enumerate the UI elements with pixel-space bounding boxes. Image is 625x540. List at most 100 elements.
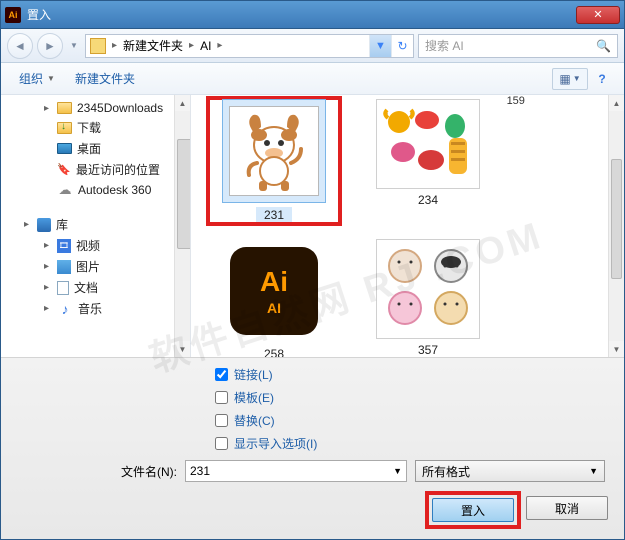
cancel-button[interactable]: 取消 (526, 496, 608, 520)
button-row: 置入 取消 (15, 496, 610, 524)
toolbar: 组织 ▼ 新建文件夹 ▦▼ ? (1, 63, 624, 95)
expand-icon[interactable]: ▸ (21, 219, 32, 230)
close-button[interactable]: ✕ (576, 6, 620, 24)
dialog-body: ▸2345Downloads ↓下载 桌面 🔖最近访问的位置 ☁ Autodesk… (1, 95, 624, 357)
file-thumbnail: Ai AI (222, 239, 326, 343)
option-replace: 替换(C) (215, 412, 610, 429)
file-thumbnail (222, 99, 326, 203)
filename-row: 文件名(N): 231 ▼ 所有格式 ▼ (15, 460, 610, 482)
sidebar-scrollbar[interactable]: ▲ ▼ (174, 95, 190, 357)
chevron-down-icon: ▼ (47, 74, 55, 83)
scroll-thumb[interactable] (611, 159, 622, 279)
chevron-right-icon: ▸ (110, 40, 119, 51)
view-icon: ▦ (559, 72, 570, 86)
file-thumbnail (376, 99, 480, 189)
help-button[interactable]: ? (590, 68, 614, 90)
place-button-highlight: 置入 (430, 496, 516, 524)
sidebar-item-label: 视频 (76, 237, 100, 254)
option-label: 显示导入选项(I) (234, 435, 317, 452)
sidebar-item-music[interactable]: ▸♪音乐 (1, 298, 190, 319)
sidebar-item-downloads[interactable]: ↓下载 (1, 117, 190, 138)
expand-icon[interactable]: ▸ (41, 282, 52, 293)
file-item-258[interactable]: Ai AI 258 (209, 239, 339, 357)
filename-input[interactable]: 231 ▼ (185, 460, 407, 482)
file-label: 258 (264, 347, 284, 357)
filename-value: 231 (190, 464, 210, 478)
video-icon: 🎞 (57, 239, 71, 253)
sidebar-item-label: 文档 (74, 279, 98, 296)
sidebar-item-videos[interactable]: ▸ 🎞 视频 (1, 235, 190, 256)
sidebar-item-pictures[interactable]: ▸ 图片 (1, 256, 190, 277)
ox-cartoon-icon (239, 109, 309, 193)
search-input[interactable]: 搜索 AI 🔍 (418, 34, 618, 58)
sidebar-item-recent[interactable]: 🔖最近访问的位置 (1, 159, 190, 180)
window-title: 置入 (27, 6, 576, 23)
expand-icon[interactable]: ▸ (41, 261, 52, 272)
option-link: 链接(L) (215, 366, 610, 383)
file-label: 357 (418, 343, 438, 357)
search-icon[interactable]: 🔍 (596, 39, 611, 53)
sidebar-item-desktop[interactable]: 桌面 (1, 138, 190, 159)
format-label: 所有格式 (422, 463, 470, 480)
chevron-down-icon[interactable]: ▼ (393, 466, 402, 476)
scroll-down-button[interactable]: ▼ (175, 341, 190, 357)
circle-animals-icon (381, 244, 475, 334)
ai-file-icon: Ai AI (230, 247, 318, 335)
expand-icon[interactable]: ▸ (41, 240, 52, 251)
sidebar-item-label: 音乐 (78, 300, 102, 317)
sidebar: ▸2345Downloads ↓下载 桌面 🔖最近访问的位置 ☁ Autodesk… (1, 95, 191, 357)
show-import-checkbox[interactable] (215, 437, 228, 450)
chevron-right-icon: ▸ (215, 40, 224, 51)
file-item-234[interactable]: 234 (363, 99, 493, 223)
chevron-down-icon: ▼ (573, 74, 581, 83)
sidebar-item-2345downloads[interactable]: ▸2345Downloads (1, 99, 190, 117)
option-label: 替换(C) (234, 412, 275, 429)
sidebar-item-label: 库 (56, 216, 68, 233)
option-show-import: 显示导入选项(I) (215, 435, 610, 452)
sidebar-item-documents[interactable]: ▸ 文档 (1, 277, 190, 298)
expand-icon[interactable]: ▸ (41, 303, 52, 314)
format-select[interactable]: 所有格式 ▼ (415, 460, 605, 482)
sidebar-item-label: 图片 (76, 258, 100, 275)
scroll-up-button[interactable]: ▲ (609, 95, 624, 111)
place-button[interactable]: 置入 (432, 498, 514, 522)
ai-app-icon: Ai (5, 7, 21, 23)
organize-label: 组织 (19, 70, 43, 87)
chevron-right-icon: ▸ (187, 40, 196, 51)
link-checkbox[interactable] (215, 368, 228, 381)
recent-icon: 🔖 (57, 162, 71, 178)
file-item-357[interactable]: 357 (363, 239, 493, 357)
file-label: 159 (507, 95, 525, 107)
replace-checkbox[interactable] (215, 414, 228, 427)
breadcrumb-drop-button[interactable]: ▼ (369, 35, 391, 57)
arrow-right-icon: ► (44, 39, 56, 53)
breadcrumb[interactable]: ▸ 新建文件夹 ▸ AI ▸ ▼ ↻ (85, 34, 414, 58)
document-icon (57, 281, 69, 295)
download-icon: ↓ (57, 122, 72, 134)
template-checkbox[interactable] (215, 391, 228, 404)
scroll-up-button[interactable]: ▲ (175, 95, 190, 111)
button-label: 置入 (461, 502, 485, 519)
sidebar-item-label: 桌面 (77, 140, 101, 157)
sidebar-item-libraries[interactable]: ▸库 (1, 214, 190, 235)
content-scrollbar[interactable]: ▲ ▼ (608, 95, 624, 357)
refresh-button[interactable]: ↻ (391, 35, 413, 57)
scroll-down-button[interactable]: ▼ (609, 341, 624, 357)
file-item-231[interactable]: 231 (209, 99, 339, 223)
cloud-icon: ☁ (57, 182, 73, 198)
sidebar-item-autodesk360[interactable]: ☁ Autodesk 360 (1, 180, 190, 200)
expand-icon[interactable]: ▸ (41, 103, 52, 114)
organize-menu[interactable]: 组织 ▼ (11, 67, 63, 90)
file-thumbnail (376, 239, 480, 339)
button-label: 取消 (555, 500, 579, 517)
nav-back-button[interactable]: ◄ (7, 33, 33, 59)
view-mode-button[interactable]: ▦▼ (552, 68, 588, 90)
breadcrumb-part[interactable]: 新建文件夹 (119, 37, 187, 54)
new-folder-button[interactable]: 新建文件夹 (67, 67, 143, 90)
sidebar-item-label: Autodesk 360 (78, 183, 151, 197)
library-icon (37, 218, 51, 232)
nav-forward-button[interactable]: ► (37, 33, 63, 59)
nav-history-drop[interactable]: ▼ (67, 41, 81, 50)
scroll-thumb[interactable] (177, 139, 191, 249)
breadcrumb-part[interactable]: AI (196, 39, 215, 53)
